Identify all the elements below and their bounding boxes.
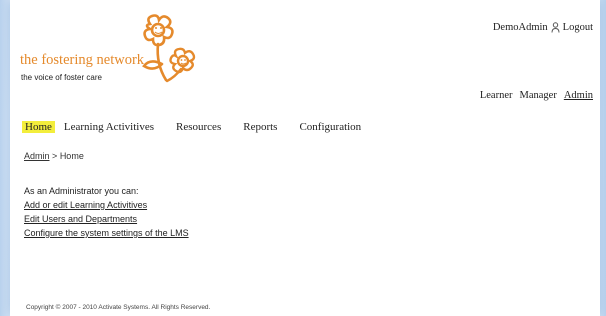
role-admin-link[interactable]: Admin xyxy=(564,90,593,101)
nav-reports[interactable]: Reports xyxy=(243,121,277,133)
logo-tagline: the voice of foster care xyxy=(21,73,102,82)
main-nav: Home Learning Activitives Resources Repo… xyxy=(22,119,361,135)
add-edit-learning-activities-link[interactable]: Add or edit Learning Activitives xyxy=(24,200,189,210)
nav-learning-activities[interactable]: Learning Activitives xyxy=(64,121,154,133)
role-learner-link[interactable]: Learner xyxy=(480,90,513,101)
user-icon xyxy=(551,22,560,33)
configure-system-settings-link[interactable]: Configure the system settings of the LMS xyxy=(24,228,189,238)
user-area: DemoAdmin Logout xyxy=(493,22,593,33)
nav-home[interactable]: Home xyxy=(22,121,55,133)
role-manager-link[interactable]: Manager xyxy=(520,90,557,101)
breadcrumb-current: Home xyxy=(59,151,84,161)
breadcrumb: Admin > Home xyxy=(24,151,84,161)
page-container: the fostering network the voice of foste… xyxy=(10,0,600,316)
logo-title: the fostering network xyxy=(20,52,145,68)
username: DemoAdmin xyxy=(492,22,548,33)
nav-configuration[interactable]: Configuration xyxy=(299,121,361,133)
edit-users-departments-link[interactable]: Edit Users and Departments xyxy=(24,214,189,224)
breadcrumb-separator: > xyxy=(52,151,58,161)
role-switcher: Learner Manager Admin xyxy=(480,90,593,101)
breadcrumb-admin-link[interactable]: Admin xyxy=(24,151,50,161)
copyright-text: Copyright © 2007 - 2010 Activate Systems… xyxy=(26,304,211,311)
site-logo[interactable]: the fostering network the voice of foste… xyxy=(20,14,220,96)
nav-resources[interactable]: Resources xyxy=(176,121,221,133)
main-content: As an Administrator you can: Add or edit… xyxy=(24,186,189,242)
logout-link[interactable]: Logout xyxy=(563,22,593,33)
admin-intro-text: As an Administrator you can: xyxy=(24,186,139,196)
